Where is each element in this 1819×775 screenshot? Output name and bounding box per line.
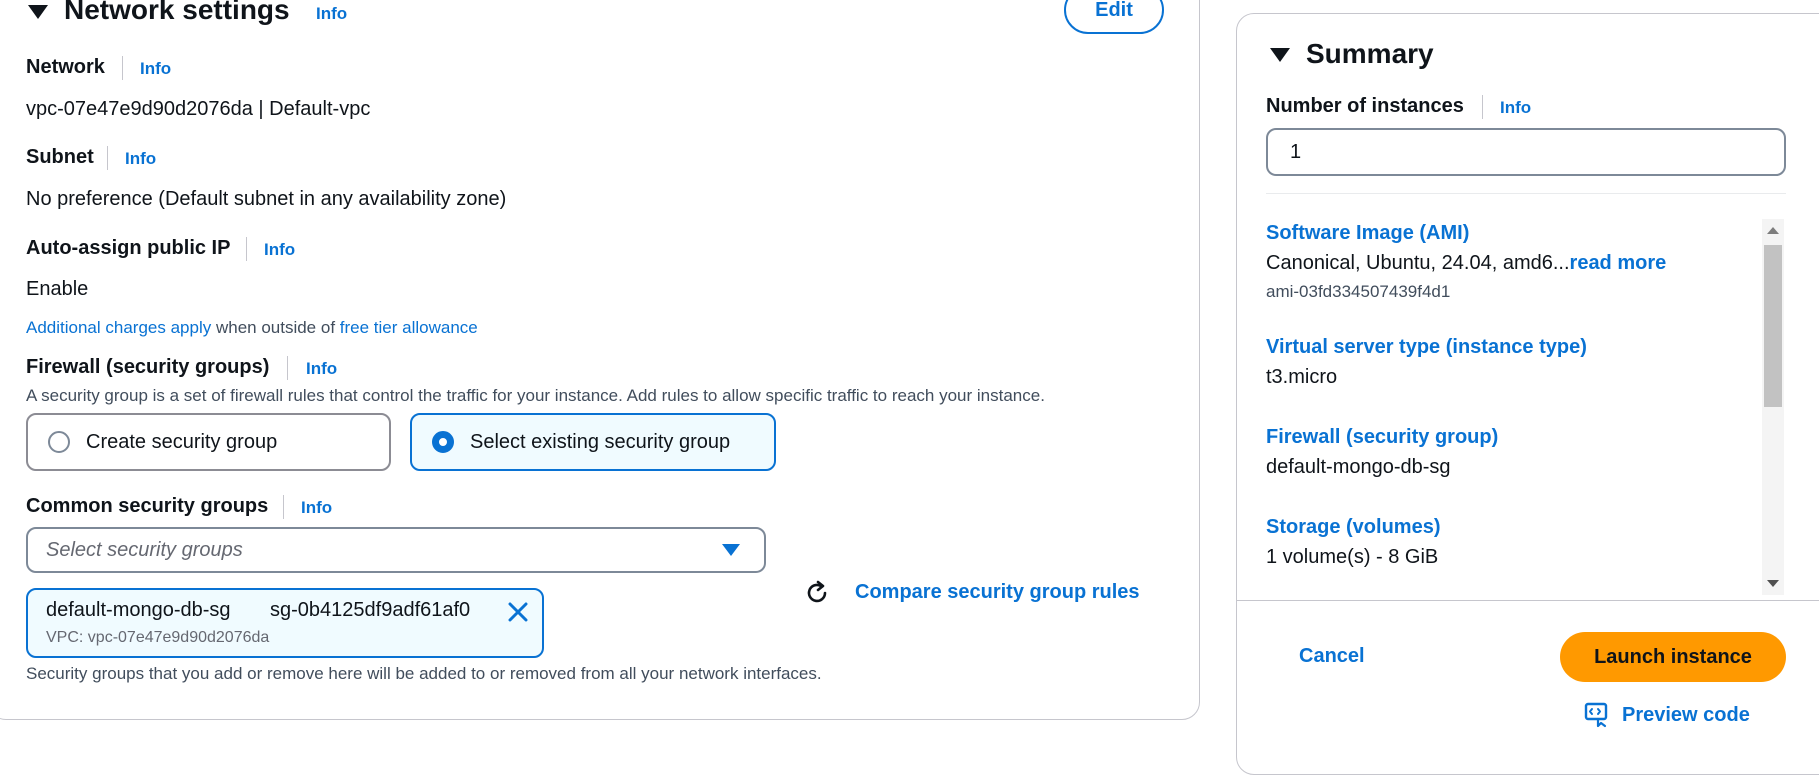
firewall-summary-link[interactable]: Firewall (security group) <box>1266 426 1498 449</box>
radio-selected-icon[interactable] <box>432 431 454 453</box>
edit-button[interactable]: Edit <box>1064 0 1164 34</box>
firewall-info-link[interactable]: Info <box>306 359 337 379</box>
divider <box>1482 95 1483 119</box>
token-vpc: VPC: vpc-07e47e9d90d2076da <box>46 629 270 646</box>
select-existing-security-group-option[interactable]: Select existing security group <box>410 413 776 471</box>
instances-info-link[interactable]: Info <box>1500 98 1531 118</box>
auto-assign-value: Enable <box>26 278 89 300</box>
select-placeholder: Select security groups <box>46 538 243 561</box>
divider <box>1266 193 1786 194</box>
instance-type-link[interactable]: Virtual server type (instance type) <box>1266 336 1587 359</box>
common-sg-label: Common security groups <box>26 495 269 517</box>
refresh-icon[interactable] <box>803 579 831 607</box>
collapse-caret-icon[interactable] <box>28 5 48 19</box>
info-link[interactable]: Info <box>316 4 347 24</box>
dropdown-caret-icon <box>722 544 740 556</box>
divider <box>246 237 247 261</box>
storage-value: 1 volume(s) - 8 GiB <box>1266 546 1439 568</box>
scroll-up-arrow-icon[interactable] <box>1767 227 1779 234</box>
ami-link[interactable]: Software Image (AMI) <box>1266 222 1469 245</box>
launch-instance-button[interactable]: Launch instance <box>1560 632 1786 682</box>
firewall-label: Firewall (security groups) <box>26 356 270 378</box>
divider <box>283 495 284 519</box>
scroll-down-arrow-icon[interactable] <box>1767 580 1779 587</box>
subnet-info-link[interactable]: Info <box>125 149 156 169</box>
instances-label: Number of instances <box>1266 95 1464 117</box>
token-id: sg-0b4125df9adf61af0 <box>270 599 471 621</box>
security-group-token: default-mongo-db-sg sg-0b4125df9adf61af0… <box>26 588 544 658</box>
security-groups-select[interactable]: Select security groups <box>26 527 766 573</box>
read-more-link[interactable]: read more <box>1570 252 1667 274</box>
network-label: Network <box>26 56 105 78</box>
common-sg-info-link[interactable]: Info <box>301 498 332 518</box>
auto-assign-info-link[interactable]: Info <box>264 240 295 260</box>
summary-title: Summary <box>1306 38 1434 69</box>
scrollbar-thumb[interactable] <box>1764 245 1782 407</box>
radio-unselected-icon[interactable] <box>48 431 70 453</box>
divider <box>287 356 288 380</box>
subnet-value: No preference (Default subnet in any ava… <box>26 188 507 210</box>
preview-code-icon[interactable] <box>1584 702 1610 728</box>
section-title: Network settings <box>64 0 290 25</box>
network-info-link[interactable]: Info <box>140 59 171 79</box>
ami-value: Canonical, Ubuntu, 24.04, amd6...read mo… <box>1266 252 1666 275</box>
subnet-label: Subnet <box>26 146 94 168</box>
divider <box>107 146 108 170</box>
instance-type-value: t3.micro <box>1266 366 1338 388</box>
divider <box>122 56 123 80</box>
additional-charges-link[interactable]: Additional charges apply <box>26 318 211 337</box>
ami-description: Canonical, Ubuntu, 24.04, amd6... <box>1266 252 1570 274</box>
auto-assign-label: Auto-assign public IP <box>26 237 231 259</box>
compare-security-group-rules-link[interactable]: Compare security group rules <box>855 581 1140 604</box>
preview-code-link[interactable]: Preview code <box>1622 704 1750 727</box>
cancel-button[interactable]: Cancel <box>1299 645 1365 668</box>
token-name: default-mongo-db-sg <box>46 599 231 621</box>
ami-id: ami-03fd334507439f4d1 <box>1266 282 1451 301</box>
charges-middle-text: when outside of <box>211 318 340 337</box>
firewall-summary-value: default-mongo-db-sg <box>1266 456 1451 478</box>
charges-note: Additional charges apply when outside of… <box>26 318 478 338</box>
create-security-group-label: Create security group <box>86 430 278 453</box>
security-groups-note: Security groups that you add or remove h… <box>26 664 822 683</box>
select-existing-security-group-label: Select existing security group <box>470 430 731 453</box>
firewall-description: A security group is a set of firewall ru… <box>26 386 1045 405</box>
remove-token-close-icon[interactable] <box>506 600 530 624</box>
network-value: vpc-07e47e9d90d2076da | Default-vpc <box>26 98 371 120</box>
create-security-group-option[interactable]: Create security group <box>26 413 391 471</box>
divider <box>1237 600 1819 601</box>
summary-collapse-caret-icon[interactable] <box>1270 48 1290 62</box>
instances-input[interactable]: 1 <box>1266 128 1786 176</box>
storage-link[interactable]: Storage (volumes) <box>1266 516 1440 539</box>
free-tier-link[interactable]: free tier allowance <box>340 318 478 337</box>
